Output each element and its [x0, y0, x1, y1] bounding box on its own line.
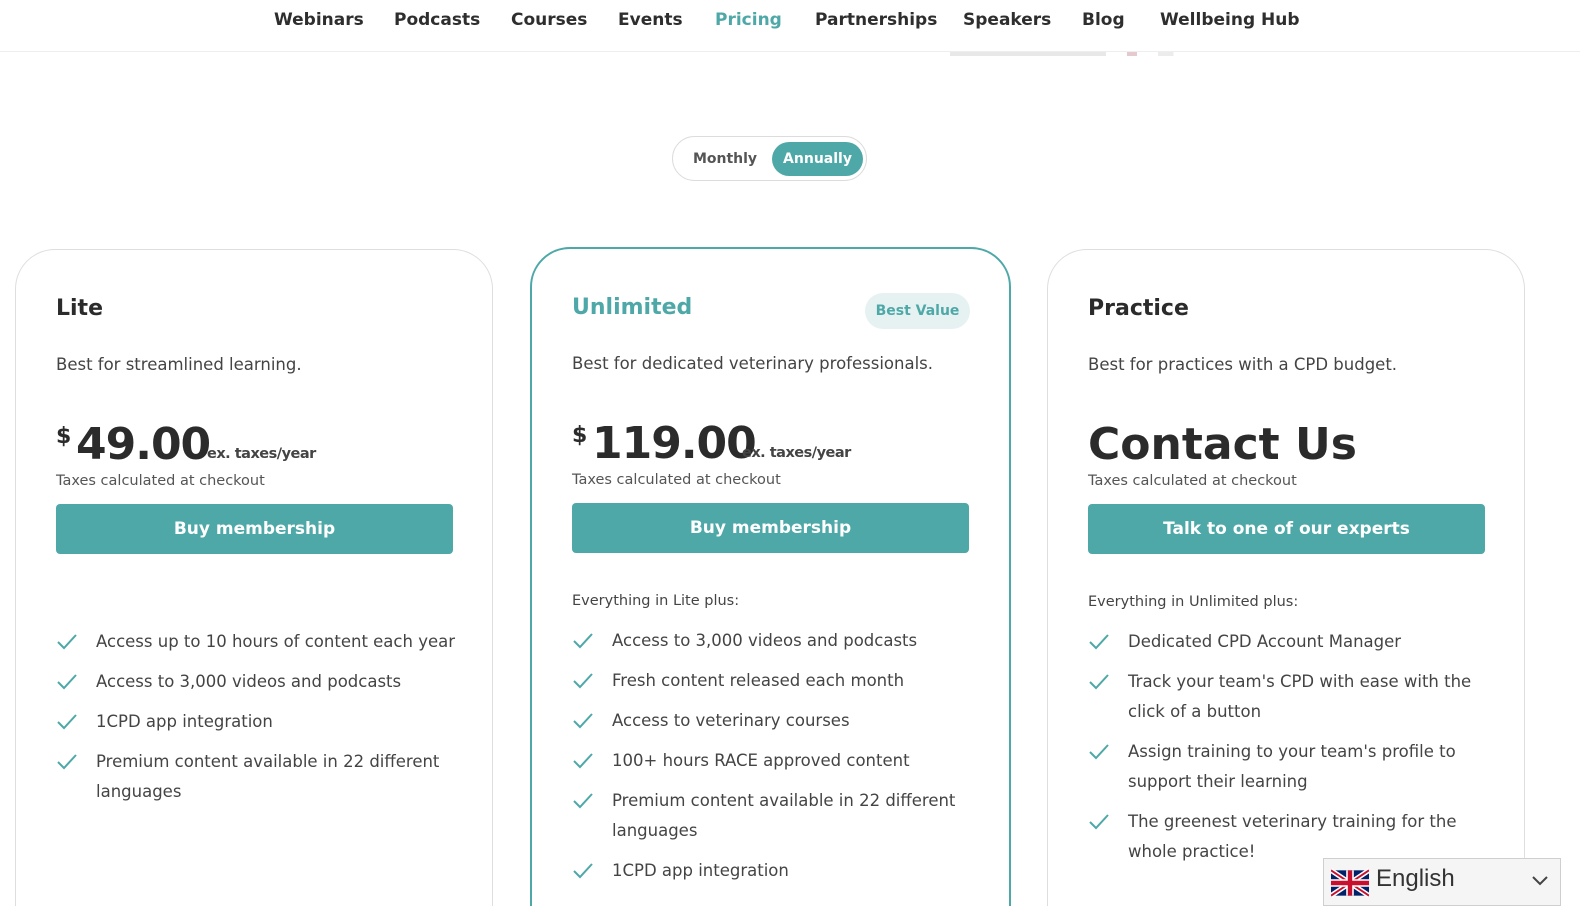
check-icon [1089, 634, 1109, 650]
plan-card-practice: Practice Best for practices with a CPD b… [1047, 249, 1525, 906]
plan-name: Practice [1088, 296, 1189, 321]
nav-item-courses[interactable]: Courses [511, 10, 587, 30]
feature-item: Assign training to your team's profile t… [1088, 737, 1508, 797]
buy-membership-button[interactable]: Buy membership [572, 503, 969, 553]
feature-item: Premium content available in 22 differen… [572, 786, 992, 846]
feature-text: 1CPD app integration [612, 861, 789, 880]
price-period: ex. taxes/year [207, 446, 316, 462]
uk-flag-icon [1331, 868, 1369, 898]
nav-item-partnerships[interactable]: Partnerships [815, 10, 937, 30]
feature-text: The greenest veterinary training for the… [1128, 812, 1457, 861]
feature-text: Access to 3,000 videos and podcasts [96, 672, 402, 691]
nav-item-pricing[interactable]: Pricing [715, 10, 782, 30]
check-icon [573, 793, 593, 809]
check-icon [1089, 744, 1109, 760]
feature-text: Assign training to your team's profile t… [1128, 742, 1456, 791]
tax-note: Taxes calculated at checkout [56, 473, 265, 489]
buy-membership-button[interactable]: Buy membership [56, 504, 453, 554]
price-amount: 119.00 [592, 418, 757, 469]
currency-symbol: $ [56, 424, 72, 449]
feature-list: Access to 3,000 videos and podcasts Fres… [572, 626, 992, 896]
toggle-annually[interactable]: Annually [772, 142, 863, 176]
feature-item: Access to veterinary courses [572, 706, 992, 736]
check-icon [573, 713, 593, 729]
feature-item: Access to 3,000 videos and podcasts [572, 626, 992, 656]
nav-item-webinars[interactable]: Webinars [274, 10, 364, 30]
chevron-down-icon [1532, 876, 1548, 886]
feature-item: Dedicated CPD Account Manager [1088, 627, 1508, 657]
language-label: English [1376, 865, 1455, 892]
feature-list: Dedicated CPD Account Manager Track your… [1088, 627, 1508, 877]
contact-us-price: Contact Us [1088, 419, 1357, 470]
feature-item: Access to 3,000 videos and podcasts [56, 667, 476, 697]
price-amount: 49.00 [76, 419, 211, 470]
toggle-monthly[interactable]: Monthly [679, 142, 771, 176]
plan-card-lite: Lite Best for streamlined learning. $ 49… [15, 249, 493, 906]
tax-note: Taxes calculated at checkout [572, 472, 781, 488]
feature-text: Dedicated CPD Account Manager [1128, 632, 1402, 651]
feature-text: Premium content available in 22 differen… [96, 752, 440, 801]
check-icon [573, 753, 593, 769]
nav-item-speakers[interactable]: Speakers [963, 10, 1051, 30]
currency-symbol: $ [572, 423, 588, 448]
plan-description: Best for streamlined learning. [56, 355, 302, 374]
feature-item: 1CPD app integration [572, 856, 992, 886]
plan-description: Best for practices with a CPD budget. [1088, 355, 1398, 374]
check-icon [1089, 674, 1109, 690]
feature-item: Fresh content released each month [572, 666, 992, 696]
feature-text: Access to veterinary courses [612, 711, 850, 730]
price-period: ex. taxes/year [742, 445, 851, 461]
feature-item: 1CPD app integration [56, 707, 476, 737]
plan-card-unlimited: Unlimited Best Value Best for dedicated … [530, 247, 1011, 906]
tax-note: Taxes calculated at checkout [1088, 473, 1297, 489]
feature-text: Fresh content released each month [612, 671, 905, 690]
feature-item: Track your team's CPD with ease with the… [1088, 667, 1508, 727]
check-icon [1089, 814, 1109, 830]
feature-text: Track your team's CPD with ease with the… [1128, 672, 1472, 721]
feature-text: Premium content available in 22 differen… [612, 791, 956, 840]
features-intro: Everything in Lite plus: [572, 593, 740, 609]
top-navigation: Webinars Podcasts Courses Events Pricing… [0, 0, 1580, 52]
feature-text: 100+ hours RACE approved content [612, 751, 910, 770]
plan-name: Lite [56, 296, 103, 321]
feature-text: Access up to 10 hours of content each ye… [96, 632, 456, 651]
check-icon [57, 674, 77, 690]
language-selector[interactable]: English [1323, 858, 1561, 906]
plan-description: Best for dedicated veterinary profession… [572, 354, 934, 373]
feature-item: 100+ hours RACE approved content [572, 746, 992, 776]
check-icon [57, 634, 77, 650]
best-value-badge: Best Value [865, 293, 970, 329]
check-icon [573, 633, 593, 649]
talk-to-expert-button[interactable]: Talk to one of our experts [1088, 504, 1485, 554]
nav-item-wellbeing-hub[interactable]: Wellbeing Hub [1160, 10, 1300, 30]
nav-item-events[interactable]: Events [618, 10, 683, 30]
feature-text: Access to 3,000 videos and podcasts [612, 631, 918, 650]
check-icon [57, 714, 77, 730]
billing-toggle: Monthly Annually [672, 136, 867, 181]
plan-name: Unlimited [572, 295, 693, 320]
check-icon [57, 754, 77, 770]
nav-item-blog[interactable]: Blog [1082, 10, 1125, 30]
feature-item: Access up to 10 hours of content each ye… [56, 627, 476, 657]
check-icon [573, 863, 593, 879]
feature-list: Access up to 10 hours of content each ye… [56, 627, 476, 817]
nav-item-podcasts[interactable]: Podcasts [394, 10, 480, 30]
feature-text: 1CPD app integration [96, 712, 273, 731]
check-icon [573, 673, 593, 689]
feature-item: Premium content available in 22 differen… [56, 747, 476, 807]
dropdown-image-edge [950, 52, 1210, 56]
features-intro: Everything in Unlimited plus: [1088, 594, 1299, 610]
